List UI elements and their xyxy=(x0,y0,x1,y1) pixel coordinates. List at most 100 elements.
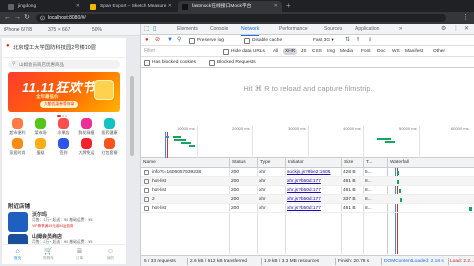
filter-type-media[interactable]: Media xyxy=(338,48,355,55)
page-scrollbar[interactable] xyxy=(130,76,134,156)
category-item[interactable]: 家居时尚 xyxy=(6,138,29,156)
category-item[interactable]: 大牌免运 xyxy=(75,138,98,156)
location-header[interactable]: ● 北京理工大学国防科技园2号楼10层 xyxy=(2,38,126,58)
table-row[interactable]: info?t=1606057539238 200 xhr sockjs.js?9… xyxy=(141,168,474,177)
search-network-icon[interactable]: ⚲ xyxy=(177,35,181,46)
blocked-cookies-checkbox[interactable]: Has blocked cookies xyxy=(144,59,196,66)
carousel-dot[interactable] xyxy=(64,115,67,117)
clear-icon[interactable]: ⊘ xyxy=(155,35,160,46)
export-har-icon[interactable]: ⭳ xyxy=(369,35,371,46)
filter-type-ws[interactable]: WS xyxy=(390,48,402,55)
table-row[interactable]: hot-list 200 xhr xhr.js?b50d:177 461 B 8… xyxy=(141,177,474,186)
tabbar-orders[interactable]: ≣ 订单 xyxy=(64,248,95,261)
filter-type-manifest[interactable]: Manifest xyxy=(403,48,425,55)
tab-application[interactable]: Application xyxy=(355,24,379,35)
device-toggle-icon[interactable]: ▯ xyxy=(153,24,156,35)
category-item[interactable]: 鲜花绿植 xyxy=(75,118,98,136)
filter-type-css[interactable]: CSS xyxy=(310,48,324,55)
col-header-type[interactable]: Type xyxy=(257,158,285,168)
category-item[interactable]: 菜市场 xyxy=(29,118,52,136)
request-initiator[interactable]: xhr.js?b50d:177 xyxy=(287,195,339,204)
tab-console[interactable]: Console xyxy=(210,24,228,35)
new-tab-button[interactable]: + xyxy=(286,1,291,11)
record-icon[interactable]: ● xyxy=(145,35,149,46)
tab-elements[interactable]: Elements xyxy=(177,24,198,35)
checkbox-box[interactable] xyxy=(223,48,229,55)
request-initiator[interactable]: xhr.js?b50d:177 xyxy=(287,204,339,213)
carousel-dot[interactable] xyxy=(61,115,64,117)
blocked-requests-checkbox[interactable]: Blocked Requests xyxy=(209,59,256,66)
browser-tab-fastmock[interactable]: fastmock在线接口Mock平台 ✕ xyxy=(178,1,282,12)
tabbar-cart[interactable]: 🛒 购物车 xyxy=(33,248,64,261)
request-initiator[interactable]: sockjs.js?9be2:1606 xyxy=(287,168,339,177)
tabbar-home[interactable]: ⌂ 首页 xyxy=(2,248,33,261)
close-tab-icon[interactable]: ✕ xyxy=(168,1,172,12)
filter-type-img[interactable]: Img xyxy=(325,48,337,55)
category-item[interactable]: 签到 xyxy=(52,138,75,156)
close-tab-icon[interactable]: ✕ xyxy=(274,1,278,12)
request-initiator[interactable]: xhr.js?b50d:177 xyxy=(287,177,339,186)
browser-menu-icon[interactable]: ⋮ xyxy=(462,13,469,23)
disable-cache-checkbox[interactable]: Disable cache xyxy=(244,37,282,44)
forward-icon[interactable]: → xyxy=(14,13,21,23)
tabbar-profile[interactable]: ☺ 我的 xyxy=(95,248,126,261)
col-header-time[interactable]: T... xyxy=(363,158,387,168)
col-header-initiator[interactable]: Initiator xyxy=(285,158,341,168)
promo-banner[interactable]: 11.11狂欢节 全年最低价 大额优惠券等你拿 xyxy=(8,72,120,112)
checkbox-box[interactable] xyxy=(144,59,150,66)
close-tab-icon[interactable]: ✕ xyxy=(76,1,80,12)
col-header-name[interactable]: Name xyxy=(141,158,229,168)
category-item[interactable]: 医药健康 xyxy=(98,118,121,136)
checkbox-box[interactable] xyxy=(189,37,195,44)
throttling-select[interactable]: Fast 3G ▾ xyxy=(313,37,334,44)
category-item[interactable]: 红包套餐 xyxy=(98,138,121,156)
offline-icon[interactable]: ⇅ xyxy=(345,35,350,46)
request-initiator[interactable]: xhr.js?b50d:177 xyxy=(287,186,339,195)
device-width[interactable]: 375 xyxy=(48,27,56,33)
settings-icon[interactable]: ⚙ xyxy=(441,24,446,35)
table-row[interactable]: hot-list 200 xhr xhr.js?b50d:177 461 B 8… xyxy=(141,204,474,213)
category-item[interactable]: 超市便利 xyxy=(6,118,29,136)
network-overview[interactable]: Hit ⌘ R to reload and capture filmstrip.… xyxy=(141,68,474,158)
category-item[interactable]: 蛋糕 xyxy=(29,138,52,156)
table-row[interactable]: hot-list 200 xhr xhr.js?b50d:177 461 B 8… xyxy=(141,186,474,195)
device-zoom[interactable]: 50% xyxy=(92,24,102,36)
shop-card[interactable]: 沃尔玛 月售：1万+ 起送：¥0 基础运费：¥5 VIP尊享满49元减¥4运费券 xyxy=(8,210,124,234)
back-icon[interactable]: ← xyxy=(4,13,11,23)
filter-type-font[interactable]: Font xyxy=(359,48,373,55)
filter-type-other[interactable]: Other xyxy=(431,48,447,55)
carousel-dot[interactable] xyxy=(56,115,61,117)
filter-type-js[interactable]: JS xyxy=(299,48,309,55)
tab-sources[interactable]: Sources xyxy=(324,24,342,35)
filter-icon[interactable]: ▼ xyxy=(167,35,173,46)
category-item[interactable]: 水果店 xyxy=(52,118,75,136)
inspect-element-icon[interactable]: ⬚ xyxy=(144,24,150,35)
filter-type-xhr[interactable]: XHR xyxy=(283,48,298,55)
customize-icon[interactable]: ⋮ xyxy=(453,24,459,35)
device-height[interactable]: 667 xyxy=(62,27,70,33)
import-har-icon[interactable]: ⭱ xyxy=(357,35,359,46)
close-devtools-icon[interactable]: ✕ xyxy=(464,24,469,35)
banner-cta[interactable]: 大额优惠券等你拿 xyxy=(40,101,79,108)
device-selector[interactable]: iPhone 6/7/8 xyxy=(4,24,32,36)
checkbox-box[interactable] xyxy=(244,37,250,44)
search-bar[interactable]: ⚲ xyxy=(8,60,120,69)
browser-tab-span-export[interactable]: Span Export – Sketch Measure ✕ xyxy=(86,1,176,12)
hide-data-urls-checkbox[interactable]: Hide data URLs xyxy=(223,48,265,55)
reload-icon[interactable]: ↻ xyxy=(24,13,30,23)
filter-type-doc[interactable]: Doc xyxy=(375,48,388,55)
checkbox-box[interactable] xyxy=(209,59,215,66)
browser-tab-jingdong[interactable]: jingdong ✕ xyxy=(4,1,84,12)
more-tabs-icon[interactable]: » xyxy=(399,24,402,35)
search-input[interactable] xyxy=(19,61,117,68)
filter-type-all[interactable]: All xyxy=(271,48,280,55)
table-row[interactable]: 2 200 xhr xhr.js?b50d:177 337 B 8... xyxy=(141,195,474,204)
omnibox[interactable]: localhost:8080/#/ xyxy=(36,14,446,22)
tab-performance[interactable]: Performance xyxy=(279,24,308,35)
col-header-size[interactable]: Size xyxy=(341,158,363,168)
filter-input[interactable]: Filter xyxy=(144,46,155,57)
preserve-log-checkbox[interactable]: Preserve log xyxy=(189,37,224,44)
col-header-waterfall[interactable]: Waterfall xyxy=(387,158,474,168)
info-icon[interactable] xyxy=(40,15,45,21)
col-header-status[interactable]: Status xyxy=(229,158,257,168)
